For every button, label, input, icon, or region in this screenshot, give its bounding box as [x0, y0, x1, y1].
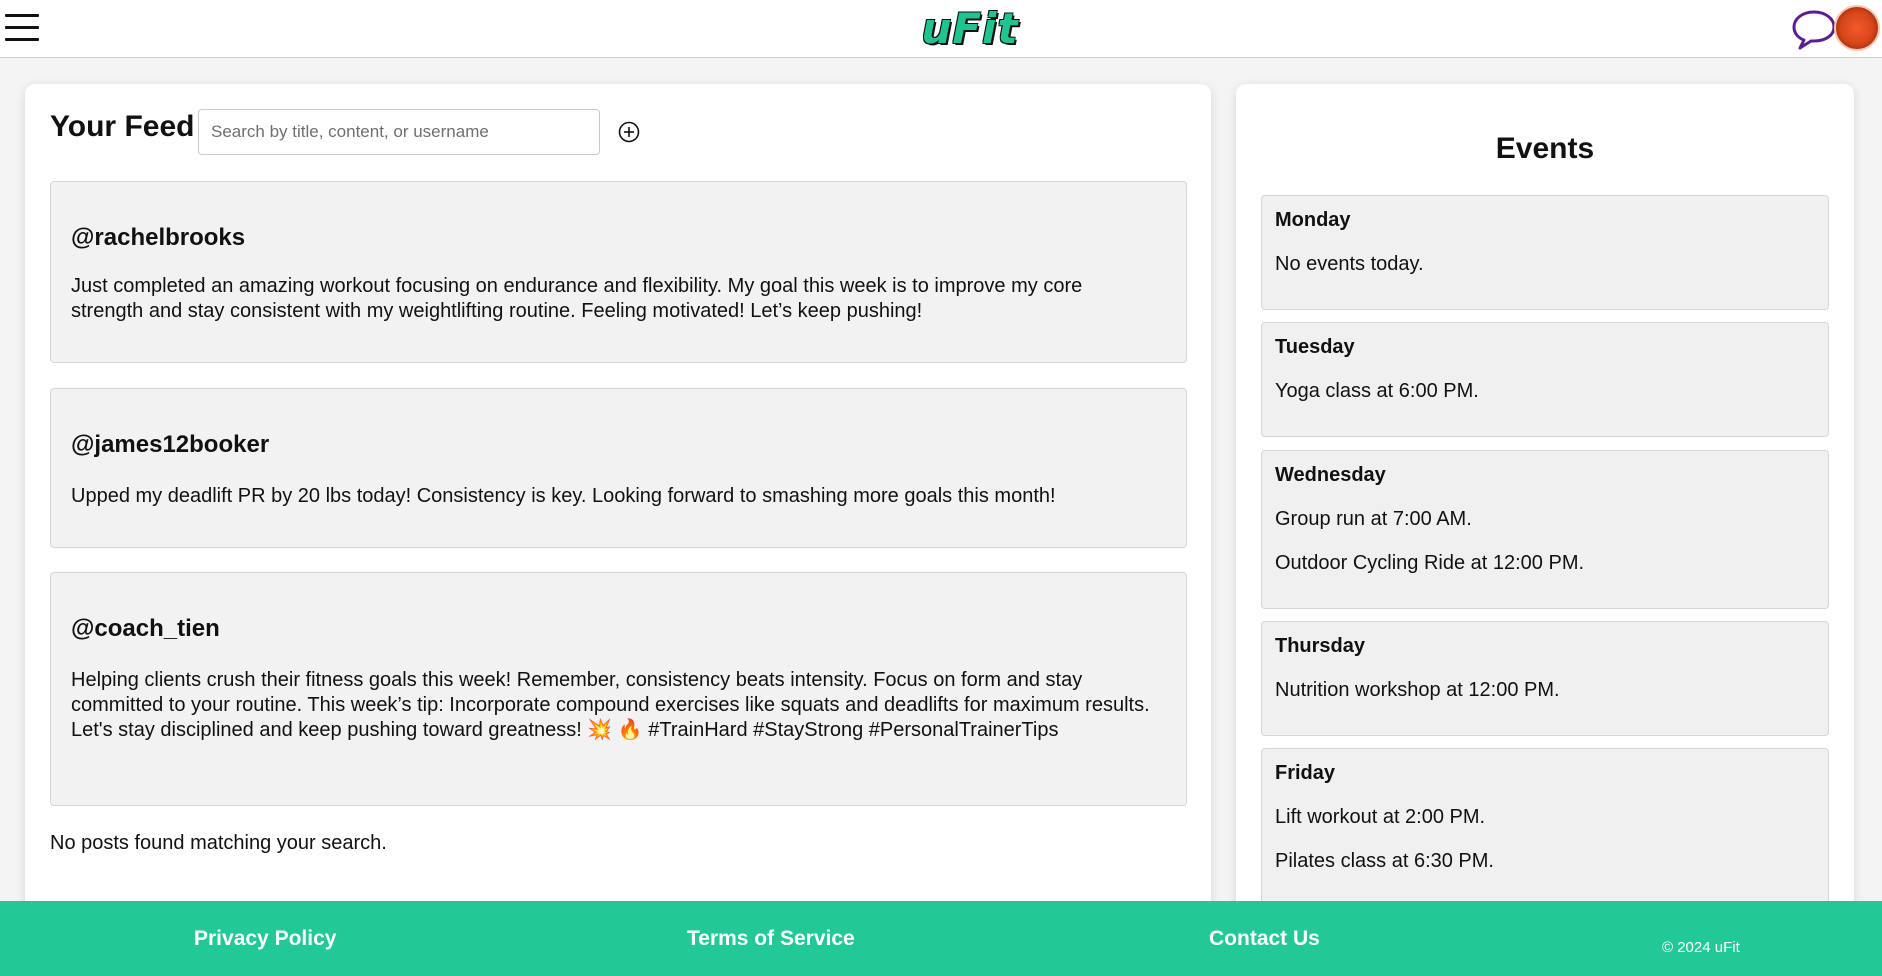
event-item: Group run at 7:00 AM. [1275, 508, 1472, 530]
event-item: Nutrition workshop at 12:00 PM. [1275, 679, 1560, 701]
event-day-card: Friday Lift workout at 2:00 PM. Pilates … [1261, 748, 1829, 914]
post-content: Helping clients crush their fitness goal… [71, 669, 1150, 741]
event-day-card: Tuesday Yoga class at 6:00 PM. [1261, 322, 1829, 437]
event-item: No events today. [1275, 253, 1424, 275]
app-logo[interactable]: uFit [860, 4, 1080, 54]
privacy-policy-link[interactable]: Privacy Policy [194, 927, 336, 951]
top-nav-bar: uFit [0, 0, 1882, 58]
post-card[interactable]: @james12booker Upped my deadlift PR by 2… [50, 388, 1187, 548]
event-item: Lift workout at 2:00 PM. [1275, 806, 1486, 828]
event-item: Yoga class at 6:00 PM. [1275, 380, 1479, 402]
post-username[interactable]: @coach_tien [71, 615, 220, 643]
feed-panel: Your Feed @rachelbrooks Just completed a… [25, 84, 1211, 914]
hamburger-menu-icon[interactable] [5, 13, 39, 43]
user-avatar[interactable] [1834, 5, 1880, 51]
post-username[interactable]: @rachelbrooks [71, 224, 245, 252]
add-post-plus-icon[interactable] [617, 120, 641, 144]
copyright-text: © 2024 uFit [1662, 939, 1740, 956]
event-day-card: Thursday Nutrition workshop at 12:00 PM. [1261, 621, 1829, 736]
event-day-card: Wednesday Group run at 7:00 AM. Outdoor … [1261, 450, 1829, 609]
event-day-name: Friday [1275, 762, 1336, 784]
event-day-name: Monday [1275, 209, 1351, 231]
contact-us-link[interactable]: Contact Us [1209, 927, 1320, 951]
post-content: Just completed an amazing workout focusi… [71, 275, 1083, 322]
event-day-name: Wednesday [1275, 464, 1386, 486]
terms-of-service-link[interactable]: Terms of Service [687, 927, 855, 951]
event-item: Pilates class at 6:30 PM. [1275, 850, 1494, 872]
event-day-card: Monday No events today. [1261, 195, 1829, 310]
events-title: Events [1495, 132, 1595, 165]
feed-title: Your Feed [50, 110, 195, 143]
site-footer: Privacy Policy Terms of Service Contact … [0, 901, 1882, 976]
event-day-name: Thursday [1275, 635, 1366, 657]
chat-bubble-icon[interactable] [1790, 8, 1838, 52]
events-panel: Events Monday No events today. Tuesday Y… [1236, 84, 1854, 914]
post-content: Upped my deadlift PR by 20 lbs today! Co… [71, 485, 1056, 507]
event-day-name: Tuesday [1275, 336, 1355, 358]
feed-search-input[interactable] [198, 109, 600, 155]
post-card[interactable]: @rachelbrooks Just completed an amazing … [50, 181, 1187, 363]
event-item: Outdoor Cycling Ride at 12:00 PM. [1275, 552, 1585, 574]
post-username[interactable]: @james12booker [71, 431, 269, 459]
no-posts-message: No posts found matching your search. [50, 832, 387, 854]
post-card[interactable]: @coach_tien Helping clients crush their … [50, 572, 1187, 806]
